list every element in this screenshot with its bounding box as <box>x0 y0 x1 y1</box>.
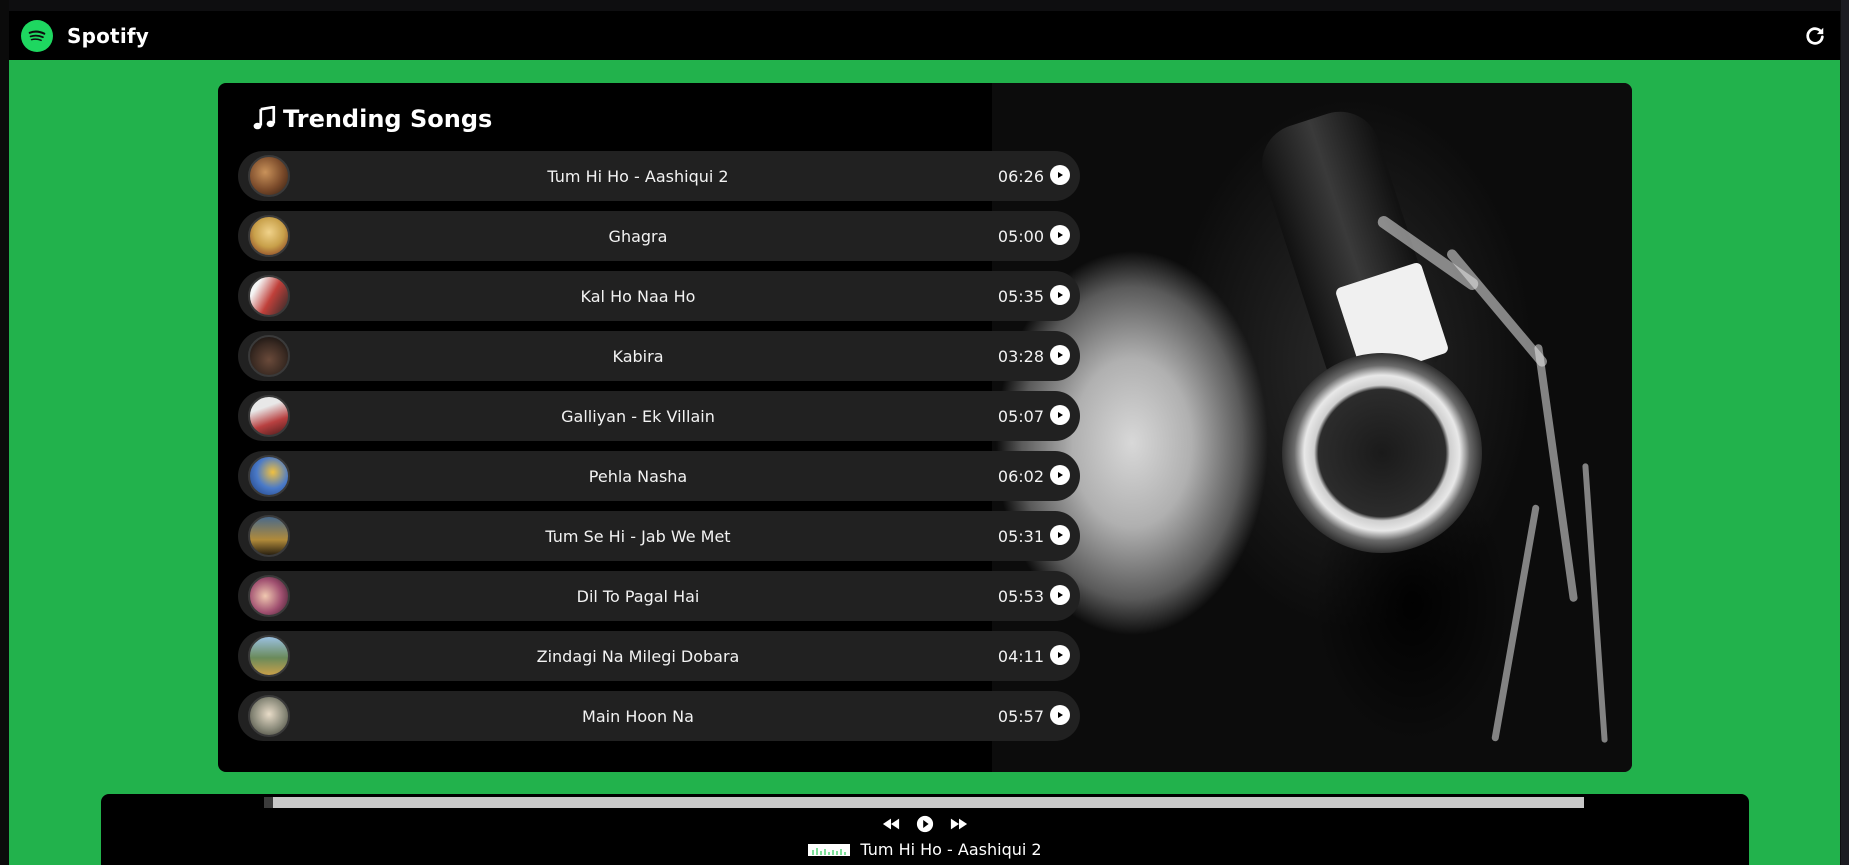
progress-fill <box>264 797 274 808</box>
brand-name[interactable]: Spotify <box>67 24 149 48</box>
now-playing-title: Tum Hi Ho - Aashiqui 2 <box>860 840 1042 859</box>
song-title: Tum Se Hi - Jab We Met <box>545 526 731 546</box>
play-icon[interactable] <box>1050 345 1070 365</box>
window-edge-left <box>0 0 9 865</box>
song-item[interactable]: Zindagi Na Milegi Dobara 04:11 <box>238 631 1080 681</box>
play-icon[interactable] <box>1050 705 1070 725</box>
song-item[interactable]: Galliyan - Ek Villain 05:07 <box>238 391 1080 441</box>
song-title: Galliyan - Ek Villain <box>561 406 715 426</box>
headphone-cup-shape <box>1282 353 1482 553</box>
song-title: Zindagi Na Milegi Dobara <box>536 646 740 666</box>
hair-strand-2 <box>1444 247 1550 369</box>
play-icon[interactable] <box>1050 465 1070 485</box>
song-duration: 05:57 <box>997 706 1044 726</box>
play-icon[interactable] <box>1050 285 1070 305</box>
hair-strand-5 <box>1582 463 1608 743</box>
song-item[interactable]: Kabira 03:28 <box>238 331 1080 381</box>
play-icon[interactable] <box>1050 645 1070 665</box>
song-title: Main Hoon Na <box>582 706 694 726</box>
play-icon[interactable] <box>1050 525 1070 545</box>
song-duration: 05:53 <box>997 586 1044 606</box>
headphones-photo <box>992 83 1632 772</box>
song-duration: 05:00 <box>997 226 1044 246</box>
play-icon[interactable] <box>1050 405 1070 425</box>
music-note-icon <box>253 106 276 130</box>
previous-icon[interactable] <box>881 815 901 833</box>
play-icon[interactable] <box>1050 165 1070 185</box>
spotify-logo-waves <box>28 30 46 41</box>
song-title: Pehla Nasha <box>588 466 688 486</box>
progress-bar[interactable] <box>264 797 1584 808</box>
song-title: Kabira <box>612 346 664 366</box>
song-item[interactable]: Dil To Pagal Hai 05:53 <box>238 571 1080 621</box>
hair-strand-4 <box>1491 504 1540 742</box>
song-list: Tum Hi Ho - Aashiqui 2 06:26 Ghagra 05:0… <box>238 151 1080 751</box>
play-icon[interactable] <box>915 815 935 833</box>
next-icon[interactable] <box>949 815 969 833</box>
song-item[interactable]: Ghagra 05:00 <box>238 211 1080 261</box>
play-icon[interactable] <box>1050 225 1070 245</box>
song-duration: 06:02 <box>997 466 1044 486</box>
song-item[interactable]: Tum Se Hi - Jab We Met 05:31 <box>238 511 1080 561</box>
song-title: Kal Ho Naa Ho <box>580 286 696 306</box>
navbar: Spotify <box>9 11 1840 60</box>
section-title-text: Trending Songs <box>283 105 493 133</box>
player-controls <box>101 815 1749 833</box>
song-duration: 03:28 <box>997 346 1044 366</box>
equalizer-icon <box>808 843 851 856</box>
song-title: Tum Hi Ho - Aashiqui 2 <box>547 166 729 186</box>
song-duration: 06:26 <box>997 166 1044 186</box>
song-duration: 05:31 <box>997 526 1044 546</box>
song-item[interactable]: Kal Ho Naa Ho 05:35 <box>238 271 1080 321</box>
hair-strand-3 <box>1533 343 1579 603</box>
song-title: Dil To Pagal Hai <box>576 586 700 606</box>
song-duration: 04:11 <box>997 646 1044 666</box>
trending-card: Trending Songs Tum Hi Ho - Aashiqui 2 06… <box>218 83 1632 772</box>
song-duration: 05:35 <box>997 286 1044 306</box>
song-duration: 05:07 <box>997 406 1044 426</box>
spotify-logo-icon[interactable] <box>21 19 53 52</box>
song-item[interactable]: Main Hoon Na 05:57 <box>238 691 1080 741</box>
now-playing: Tum Hi Ho - Aashiqui 2 <box>101 840 1749 859</box>
song-title: Ghagra <box>608 226 668 246</box>
section-title: Trending Songs <box>251 105 492 133</box>
refresh-icon[interactable] <box>1802 23 1828 49</box>
play-icon[interactable] <box>1050 585 1070 605</box>
window-scrollbar[interactable] <box>1841 0 1849 865</box>
player-bar: Tum Hi Ho - Aashiqui 2 <box>101 794 1749 865</box>
song-item[interactable]: Pehla Nasha 06:02 <box>238 451 1080 501</box>
song-item[interactable]: Tum Hi Ho - Aashiqui 2 06:26 <box>238 151 1080 201</box>
